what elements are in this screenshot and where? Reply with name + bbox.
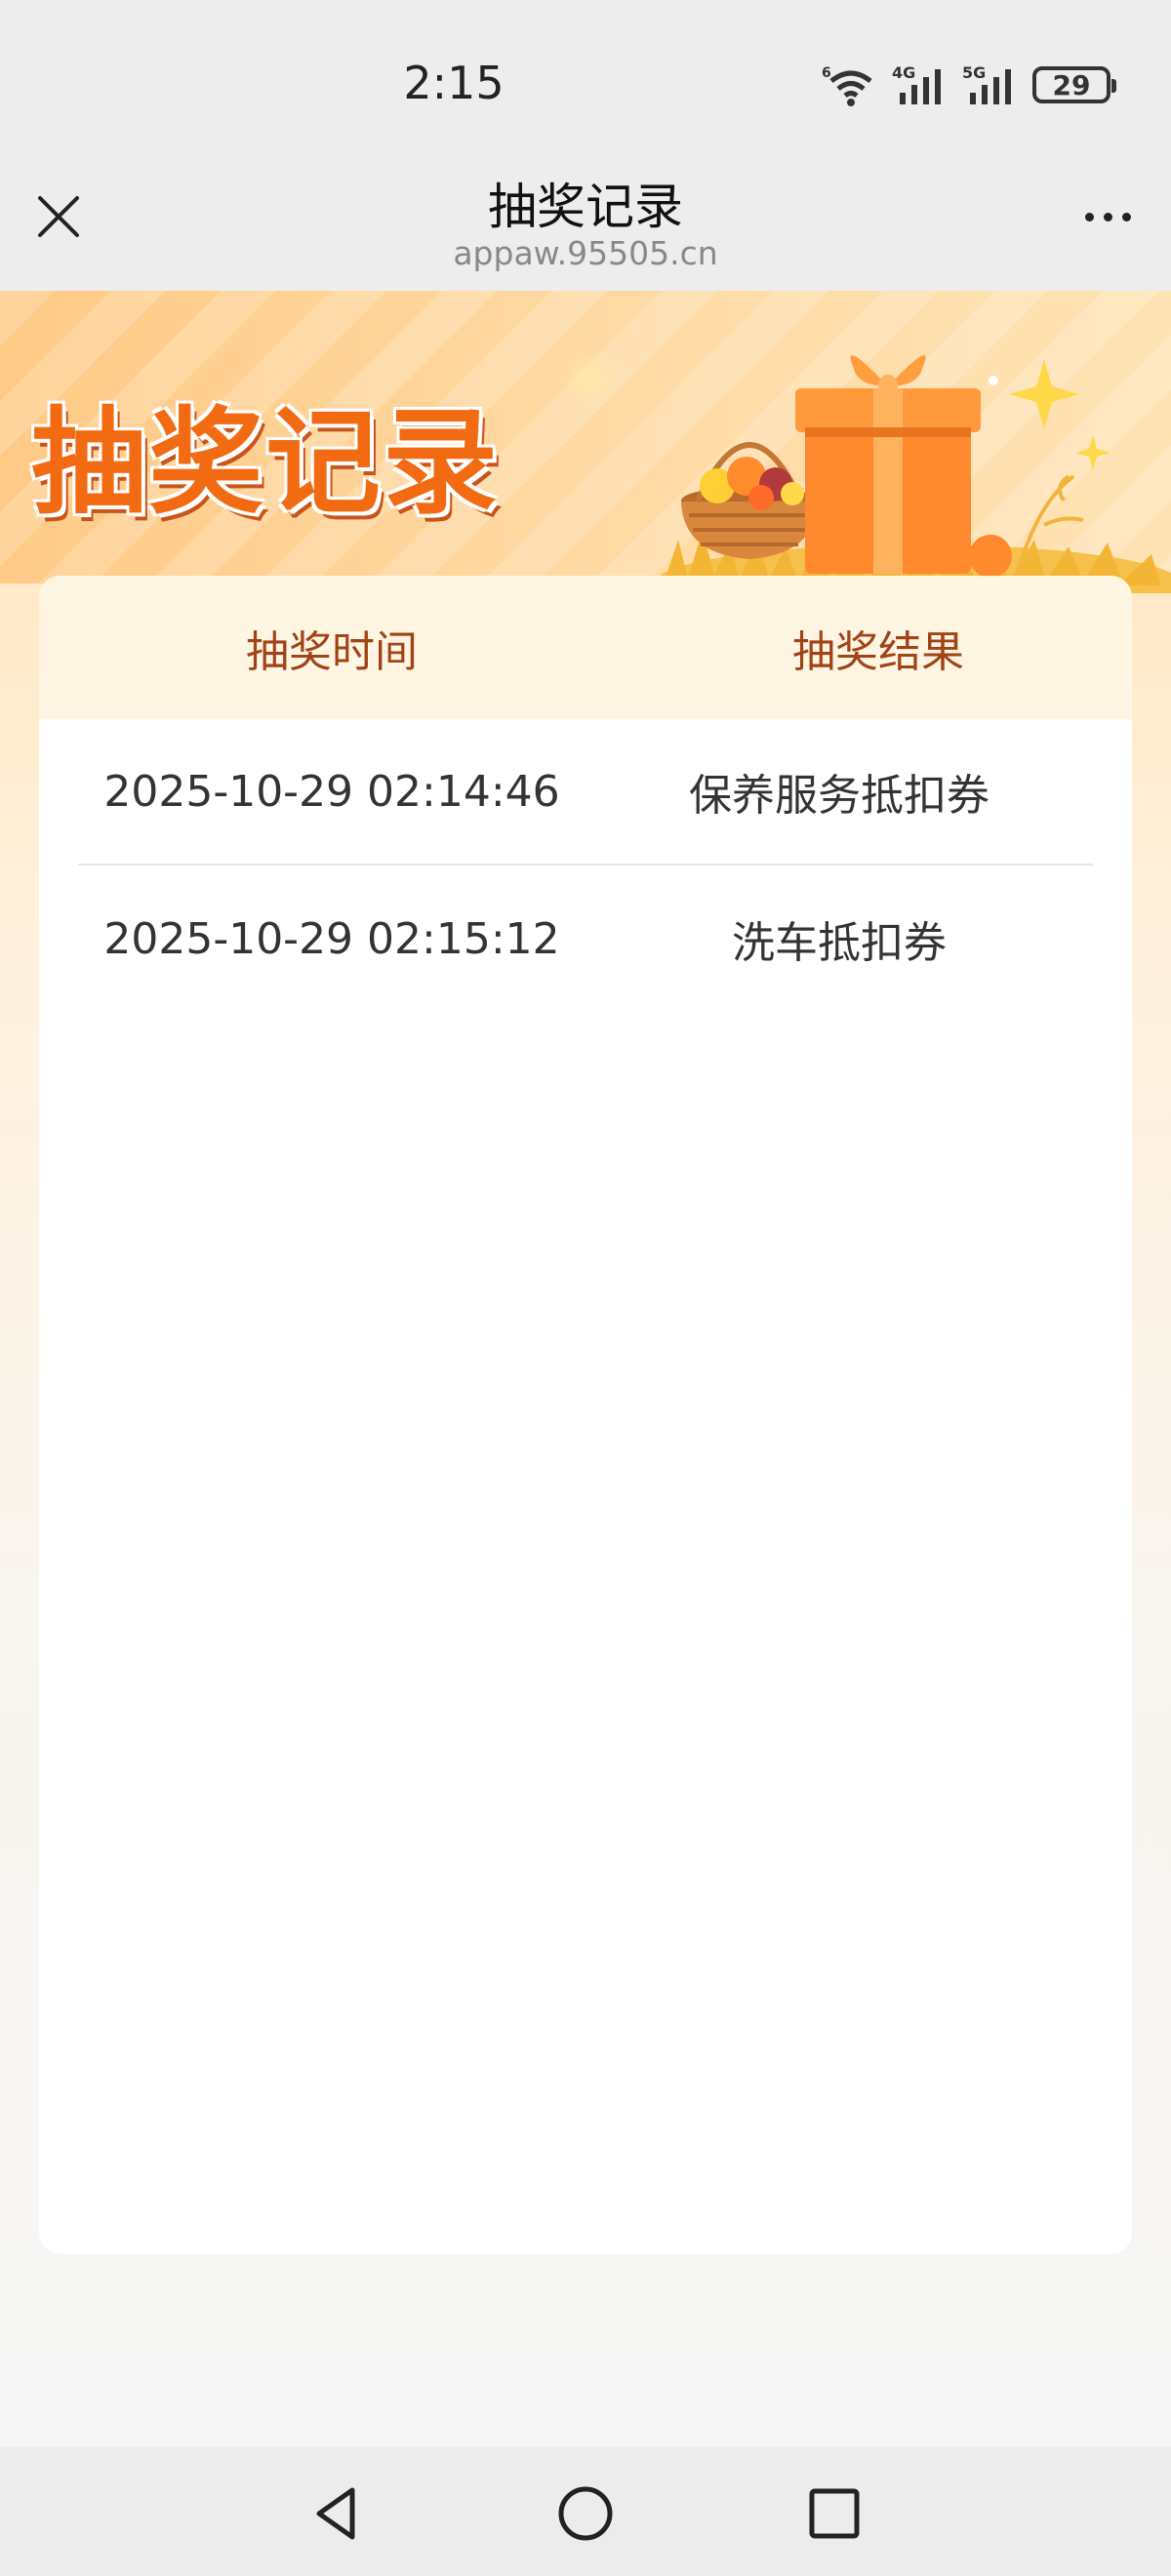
banner-title: 抽奖记录: [31, 394, 501, 530]
page-title: 抽奖记录: [488, 179, 683, 235]
system-nav-bar: [0, 2447, 1171, 2576]
battery-level: 29: [1052, 68, 1091, 101]
more-button[interactable]: [1073, 187, 1142, 246]
status-bar: 2:15 6 4G 5G 29: [0, 0, 1171, 146]
banner: 抽奖记录: [0, 291, 1171, 593]
more-dot-icon: [1084, 212, 1094, 221]
table-header: 抽奖时间 抽奖结果: [39, 576, 1132, 719]
home-circle-icon[interactable]: [556, 2484, 615, 2543]
back-triangle-icon[interactable]: [307, 2484, 366, 2543]
more-dot-icon: [1103, 212, 1112, 221]
nav-bar: 抽奖记录 appaw.95505.cn: [0, 146, 1171, 291]
header-result: 抽奖结果: [792, 626, 964, 677]
wifi-generation-label: 6: [822, 65, 831, 81]
glow-decoration: [561, 349, 620, 408]
page-url: appaw.95505.cn: [453, 234, 718, 272]
row-time: 2025-10-29 02:14:46: [103, 766, 560, 817]
status-time: 2:15: [403, 57, 505, 109]
gift-box-illustration: [654, 355, 1171, 593]
wifi-icon: 6: [822, 65, 872, 106]
signal-5g-icon: 5G: [962, 63, 1011, 104]
row-result: 保养服务抵扣券: [689, 771, 989, 821]
header-time: 抽奖时间: [246, 626, 418, 677]
signal-4g-icon: 4G: [892, 63, 941, 104]
battery-icon: 29: [1032, 66, 1116, 103]
content-area: 抽奖记录 抽奖时间 抽奖结果 2025-10-29 02:14:46 保养服务抵…: [0, 291, 1171, 2447]
row-result: 洗车抵扣券: [732, 918, 947, 968]
more-dot-icon: [1121, 212, 1131, 221]
signal-4g-label: 4G: [892, 63, 915, 82]
recents-square-icon[interactable]: [805, 2484, 864, 2543]
status-icons: 6 4G 5G 29: [822, 60, 1116, 109]
records-card: 抽奖时间 抽奖结果 2025-10-29 02:14:46 保养服务抵扣券 20…: [39, 576, 1132, 2254]
row-time: 2025-10-29 02:15:12: [103, 913, 560, 964]
table-row: 2025-10-29 02:15:12 洗车抵扣券: [78, 865, 1093, 1012]
signal-5g-label: 5G: [962, 63, 986, 82]
table-row: 2025-10-29 02:14:46 保养服务抵扣券: [78, 719, 1093, 865]
